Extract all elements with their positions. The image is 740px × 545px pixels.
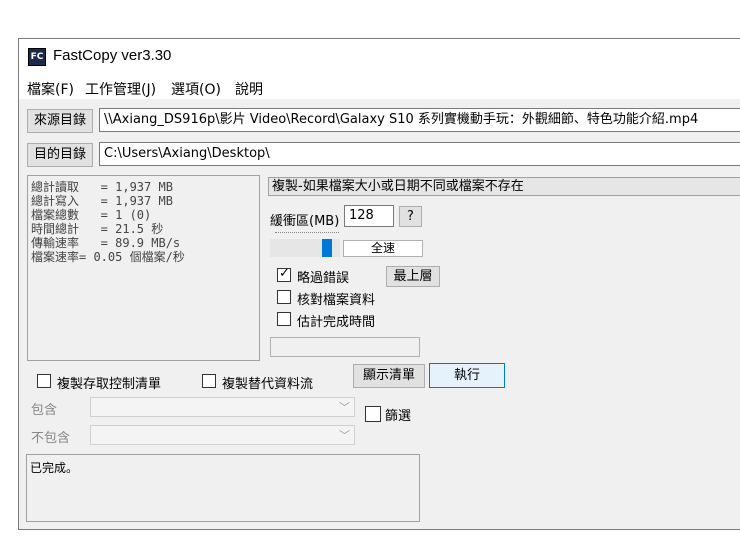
include-filter-combo[interactable]: ﹀ [90, 397, 355, 417]
chevron-down-icon: ﹀ [339, 401, 350, 414]
verify-label[interactable]: 核對檔案資料 [297, 289, 375, 308]
buffer-label: 緩衝區(MB) [270, 214, 340, 229]
fastcopy-window: FC FastCopy ver3.30 檔案(F) 工作管理(J) 選項(O) … [18, 38, 740, 530]
buffer-help-button[interactable]: ? [399, 206, 422, 227]
copy-acl-checkbox[interactable] [37, 374, 51, 388]
include-label: 包含 [31, 403, 58, 418]
ignore-errors-checkbox[interactable] [277, 266, 291, 282]
chevron-down-icon: ﹀ [339, 429, 350, 442]
speed-slider-ticks [275, 232, 339, 235]
buffer-size-input[interactable]: 128 [344, 205, 394, 227]
topmost-button[interactable]: 最上層 [386, 266, 440, 287]
copy-streams-checkbox[interactable] [202, 374, 216, 388]
ignore-errors-label[interactable]: 略過錯誤 [297, 267, 349, 286]
speed-slider-thumb[interactable] [322, 239, 332, 257]
copy-streams-label[interactable]: 複製替代資料流 [222, 373, 313, 392]
stat-file-rate: 檔案速率= 0.05 個檔案/秒 [31, 250, 185, 264]
source-path-field[interactable]: \\Axiang_DS916p\影片 Video\Record\Galaxy S… [99, 108, 740, 132]
destination-button[interactable]: 目的目錄 [27, 143, 93, 167]
window-title: FastCopy ver3.30 [53, 47, 172, 64]
menu-job[interactable]: 工作管理(J) [85, 79, 156, 99]
exclude-filter-combo[interactable]: ﹀ [90, 425, 355, 445]
menu-help[interactable]: 說明 [235, 79, 263, 99]
menu-file[interactable]: 檔案(F) [27, 79, 74, 99]
menu-options[interactable]: 選項(O) [171, 79, 221, 99]
statistics-panel: 總計讀取 = 1,937 MB 總計寫入 = 1,937 MB 檔案總數 = 1… [27, 175, 260, 361]
progress-area [270, 337, 420, 357]
execute-button[interactable]: 執行 [429, 363, 505, 388]
source-button[interactable]: 來源目錄 [27, 109, 93, 133]
status-log: 已完成。 [26, 454, 420, 522]
copy-acl-label[interactable]: 複製存取控制清單 [57, 373, 161, 392]
estimate-label[interactable]: 估計完成時間 [297, 311, 375, 330]
title-bar[interactable]: FC FastCopy ver3.30 [19, 39, 740, 75]
show-list-button[interactable]: 顯示清單 [353, 364, 425, 388]
status-text: 已完成。 [30, 461, 79, 475]
filter-label[interactable]: 篩選 [385, 405, 411, 424]
exclude-label: 不包含 [31, 431, 71, 446]
estimate-checkbox[interactable] [277, 312, 291, 326]
copy-mode-select[interactable]: 複製-如果檔案大小或日期不同或檔案不存在 [268, 177, 740, 196]
verify-checkbox[interactable] [277, 290, 291, 304]
menu-bar: 檔案(F) 工作管理(J) 選項(O) 說明 [19, 75, 740, 99]
destination-path-field[interactable]: C:\Users\Axiang\Desktop\ [99, 142, 740, 166]
fastcopy-app-icon: FC [28, 48, 46, 66]
filter-checkbox[interactable] [365, 406, 381, 422]
speed-label: 全速 [343, 240, 423, 257]
